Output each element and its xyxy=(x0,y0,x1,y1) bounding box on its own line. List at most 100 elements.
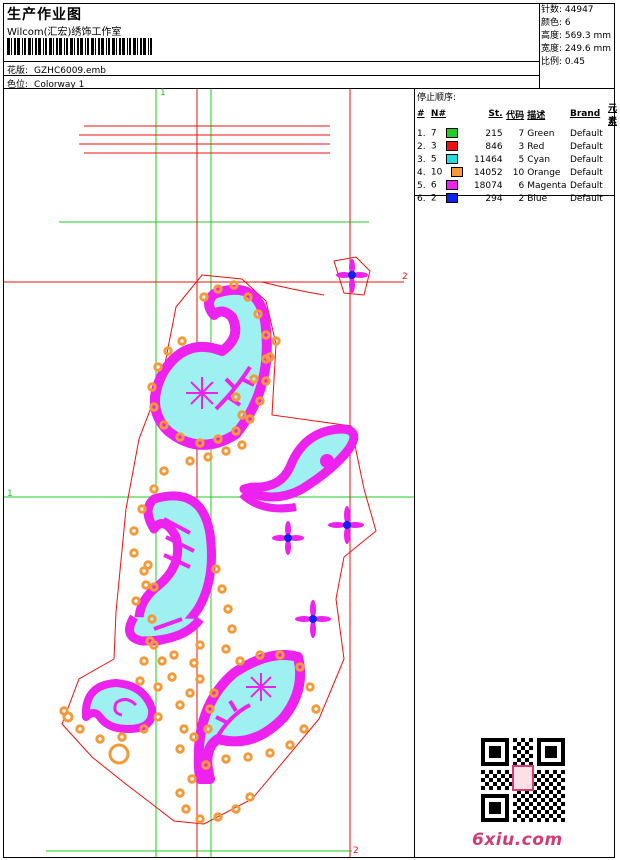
color-swatch xyxy=(445,128,458,139)
row-stitches: 18074 xyxy=(473,180,503,191)
row-desc: Orange xyxy=(527,167,561,178)
row-brand: Default xyxy=(569,154,603,165)
col-brand: Brand xyxy=(569,109,601,119)
color-swatch xyxy=(451,167,464,178)
watermark-logo: 6xiu.com xyxy=(472,830,563,850)
row-desc: Cyan xyxy=(527,154,551,165)
row-index: 5. xyxy=(417,180,426,191)
col-index: # xyxy=(417,109,425,119)
row-needle: 6 xyxy=(431,179,466,192)
color-swatch xyxy=(445,193,458,204)
color-swatch xyxy=(445,180,458,191)
row-brand: Default xyxy=(569,193,603,204)
stat-colors: 颜色: 6 xyxy=(541,18,571,28)
company-name: Wilcom(汇宏)绣饰工作室 xyxy=(7,27,122,38)
table-header-row: # N# St. 代码 描述 Brand 元素 xyxy=(417,101,620,127)
row-stitches: 846 xyxy=(485,141,503,152)
orange-ring-left xyxy=(62,711,74,723)
table-row: 6. 2 294 2 Blue Default xyxy=(417,192,620,205)
table-row: 1. 7 215 7 Green Default xyxy=(417,127,620,140)
axis-label-bottom: 2 xyxy=(353,846,359,856)
table-row: 5. 6 18074 6 Magenta Default xyxy=(417,179,620,192)
row-element xyxy=(608,166,620,179)
row-code: 7 xyxy=(518,128,525,139)
row-element xyxy=(608,127,620,140)
row-brand: Default xyxy=(569,167,603,178)
color-swatch xyxy=(445,154,458,165)
col-code: 代码 xyxy=(506,110,525,121)
row-desc: Blue xyxy=(527,193,548,204)
needle-number: 3 xyxy=(430,141,437,152)
row-needle: 10 xyxy=(431,166,466,179)
row-element xyxy=(608,140,620,153)
row-stitches: 11464 xyxy=(473,154,503,165)
axis-label-left: 1 xyxy=(7,489,13,499)
row-index: 1. xyxy=(417,128,426,139)
row-stitches: 215 xyxy=(485,128,503,139)
file-label: 花版: xyxy=(7,66,29,76)
row-desc: Red xyxy=(527,141,545,152)
axis-label-right: 2 xyxy=(402,272,408,282)
file-row: 花版: GZHC6009.emb xyxy=(7,63,106,76)
flower-lower-center xyxy=(295,600,331,638)
row-index: 2. xyxy=(417,141,426,152)
paisley-left-lower xyxy=(125,614,204,646)
flower-right-small xyxy=(320,454,334,468)
stat-width: 宽度: 249.6 mm xyxy=(541,44,612,54)
needle-number: 2 xyxy=(430,193,437,204)
table-row: 2. 3 846 3 Red Default xyxy=(417,140,620,153)
col-stitches: St. xyxy=(488,109,503,119)
flower-mid-left xyxy=(272,521,304,555)
row-code: 5 xyxy=(518,154,525,165)
qr-code-image xyxy=(481,738,565,822)
table-row: 3. 5 11464 5 Cyan Default xyxy=(417,153,620,166)
needle-number: 6 xyxy=(430,180,437,191)
row-needle: 7 xyxy=(431,127,466,140)
row-element xyxy=(608,192,620,205)
row-stitches: 14052 xyxy=(473,167,503,178)
row-element xyxy=(608,153,620,166)
row-brand: Default xyxy=(569,180,603,191)
embroidery-design-canvas xyxy=(4,89,414,857)
outline-connector xyxy=(261,281,325,296)
paisley-bottom-left xyxy=(81,679,157,733)
axis-label-top: 1 xyxy=(160,88,166,98)
qr-logo-stamp xyxy=(512,765,534,791)
col-needle: N# xyxy=(430,109,446,119)
row-code: 6 xyxy=(518,180,525,191)
col-element: 元素 xyxy=(607,104,617,127)
orange-ring-large xyxy=(108,743,130,765)
row-element xyxy=(608,179,620,192)
header-divider-1 xyxy=(3,61,540,62)
stats-divider xyxy=(539,3,540,89)
needle-number: 5 xyxy=(430,154,437,165)
stat-stitches: 针数: 44947 xyxy=(541,5,594,15)
row-index: 4. xyxy=(417,167,426,178)
color-sequence-table: # N# St. 代码 描述 Brand 元素 1. 7 215 7 Green Def… xyxy=(417,101,620,205)
row-index: 3. xyxy=(417,154,426,165)
row-desc: Green xyxy=(527,128,555,139)
row-brand: Default xyxy=(569,141,603,152)
barcode-image xyxy=(7,38,152,55)
table-row: 4. 10 14052 10 Orange Default xyxy=(417,166,620,179)
row-stitches: 294 xyxy=(485,193,503,204)
file-name: GZHC6009.emb xyxy=(34,66,107,76)
color-swatch xyxy=(445,141,458,152)
flower-mid-right xyxy=(328,506,364,544)
col-desc: 描述 xyxy=(527,110,546,121)
needle-number: 10 xyxy=(430,167,443,178)
page-title: 生产作业图 xyxy=(7,7,82,23)
row-needle: 3 xyxy=(431,140,466,153)
row-index: 6. xyxy=(417,193,426,204)
row-code: 2 xyxy=(518,193,525,204)
row-needle: 2 xyxy=(431,192,466,205)
row-needle: 5 xyxy=(431,153,466,166)
panel-divider xyxy=(414,88,415,858)
design-stats: 针数: 44947 颜色: 6 高度: 569.3 mm 宽度: 249.6 m… xyxy=(541,4,611,69)
row-code: 3 xyxy=(518,141,525,152)
row-code: 10 xyxy=(512,167,525,178)
stat-height: 高度: 569.3 mm xyxy=(541,31,612,41)
row-desc: Magenta xyxy=(527,180,567,191)
needle-number: 7 xyxy=(430,128,437,139)
stat-scale: 比例: 0.45 xyxy=(541,57,585,67)
